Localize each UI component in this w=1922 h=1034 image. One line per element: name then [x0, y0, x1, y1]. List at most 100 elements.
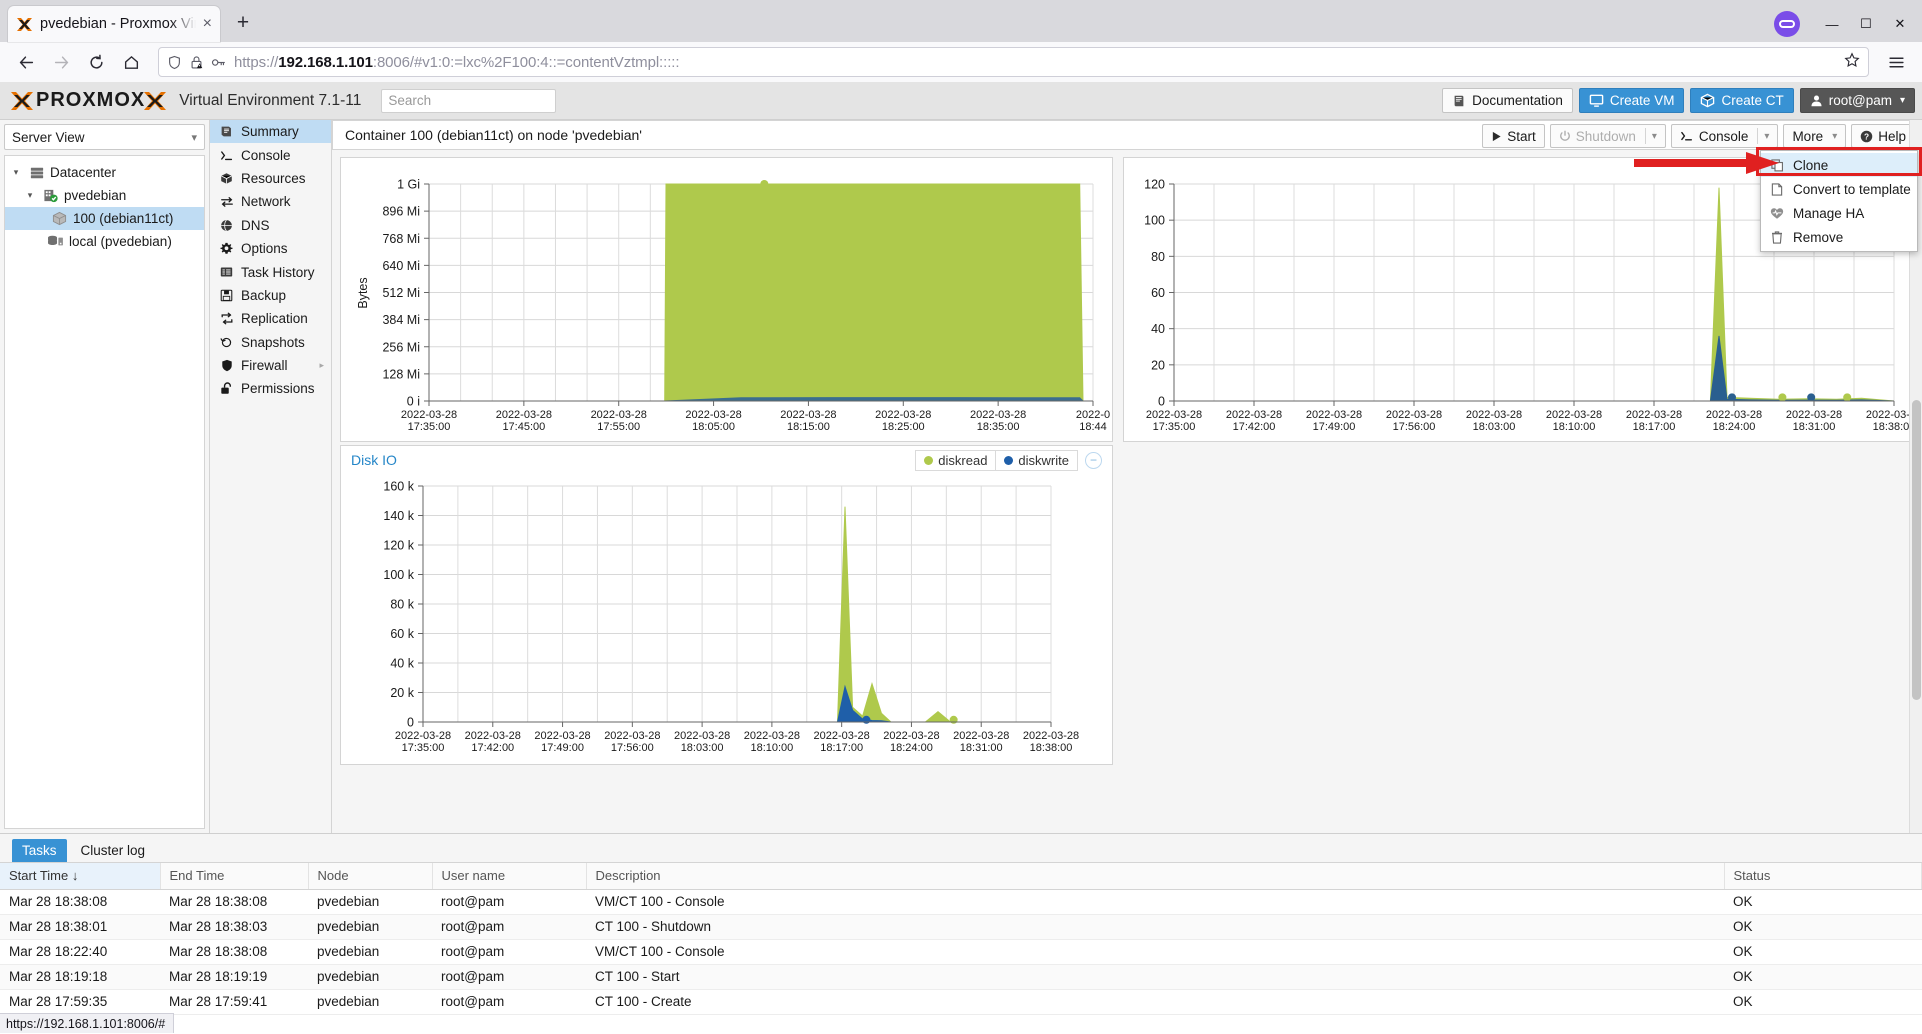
nav-item-task-history[interactable]: Task History	[210, 260, 331, 283]
table-row[interactable]: Mar 28 18:19:18Mar 28 18:19:19pvedebianr…	[0, 964, 1922, 989]
diskio-header: Disk IO diskread diskwrite	[341, 446, 1112, 474]
close-window-button[interactable]: ✕	[1884, 11, 1916, 37]
heartbeat-icon	[1769, 207, 1785, 220]
shield-icon[interactable]	[167, 55, 182, 70]
column-header-user-name[interactable]: User name	[432, 863, 586, 889]
svg-text:18:38:00: 18:38:00	[1030, 742, 1073, 754]
nav-item-network[interactable]: Network	[210, 190, 331, 213]
menu-item-convert-to-template[interactable]: Convert to template	[1761, 177, 1917, 201]
table-cell: Mar 28 18:38:08	[0, 889, 160, 914]
legend-item-diskwrite[interactable]: diskwrite	[996, 450, 1078, 471]
svg-text:2022-03-28: 2022-03-28	[814, 730, 870, 742]
url-bar[interactable]: https://192.168.1.101:8006/#v1:0:=lxc%2F…	[158, 47, 1869, 77]
resource-tree-panel: Server View ▾ ▾ Datacenter ▾ pvedebian	[0, 120, 210, 833]
expand-arrow-icon[interactable]: ▾	[23, 190, 37, 201]
view-mode-label: Server View	[12, 130, 85, 145]
nav-item-firewall[interactable]: Firewall ▸	[210, 354, 331, 377]
chart-row-top: 1 Gi896 Mi768 Mi640 Mi512 Mi384 Mi256 Mi…	[340, 157, 1914, 442]
column-header-status[interactable]: Status	[1724, 863, 1922, 889]
new-tab-button[interactable]: +	[226, 6, 260, 40]
table-row[interactable]: Mar 28 18:22:40Mar 28 18:38:08pvedebianr…	[0, 939, 1922, 964]
table-cell: OK	[1724, 939, 1922, 964]
bookmark-star-icon[interactable]	[1844, 52, 1860, 72]
table-row[interactable]: Mar 28 18:38:01Mar 28 18:38:03pvedebianr…	[0, 914, 1922, 939]
network-icon	[219, 195, 234, 208]
reload-icon[interactable]	[80, 47, 112, 77]
url-text[interactable]: https://192.168.1.101:8006/#v1:0:=lxc%2F…	[234, 54, 1837, 71]
column-header-node[interactable]: Node	[308, 863, 432, 889]
svg-text:17:35:00: 17:35:00	[402, 742, 445, 754]
maximize-button[interactable]: ☐	[1850, 11, 1882, 37]
memory-chart[interactable]: 1 Gi896 Mi768 Mi640 Mi512 Mi384 Mi256 Mi…	[341, 158, 1112, 441]
create-vm-button[interactable]: Create VM	[1579, 88, 1685, 113]
diskio-chart[interactable]: 160 k140 k120 k100 k80 k60 k40 k20 k0 20…	[341, 474, 1112, 762]
back-icon[interactable]	[10, 47, 42, 77]
documentation-button[interactable]: Documentation	[1442, 88, 1573, 113]
expand-arrow-icon[interactable]: ▾	[9, 167, 23, 178]
nav-item-backup[interactable]: Backup	[210, 284, 331, 307]
tab-cluster-log[interactable]: Cluster log	[71, 839, 156, 862]
tree-item-container-100[interactable]: 100 (debian11ct)	[5, 207, 204, 230]
nav-item-label: Snapshots	[241, 335, 305, 350]
nav-item-label: Resources	[241, 171, 306, 186]
console-button[interactable]: Console ▾	[1671, 124, 1779, 148]
search-input[interactable]: Search	[381, 89, 556, 113]
more-button[interactable]: More ▾	[1783, 124, 1846, 148]
create-ct-button[interactable]: Create CT	[1690, 88, 1793, 113]
scrollbar-thumb[interactable]	[1912, 400, 1921, 700]
nav-item-resources[interactable]: Resources	[210, 167, 331, 190]
view-mode-select[interactable]: Server View ▾	[4, 124, 205, 150]
svg-text:768 Mi: 768 Mi	[382, 232, 420, 246]
start-label: Start	[1507, 129, 1536, 144]
shutdown-button[interactable]: Shutdown ▾	[1550, 124, 1666, 148]
start-button[interactable]: Start	[1482, 124, 1545, 148]
minimize-button[interactable]: —	[1816, 11, 1848, 37]
svg-text:2022-03-28: 2022-03-28	[591, 409, 647, 421]
legend-item-diskread[interactable]: diskread	[915, 450, 996, 471]
lock-warning-icon[interactable]	[189, 55, 204, 70]
tree-item-node[interactable]: ▾ pvedebian	[5, 184, 204, 207]
tab-close-icon[interactable]: ×	[203, 16, 212, 32]
forward-icon[interactable]	[45, 47, 77, 77]
table-row[interactable]: Mar 28 17:59:35Mar 28 17:59:41pvedebianr…	[0, 989, 1922, 1014]
table-row[interactable]: Mar 28 18:38:08Mar 28 18:38:08pvedebianr…	[0, 889, 1922, 914]
nav-item-summary[interactable]: Summary	[210, 120, 331, 143]
svg-text:2022-03-28: 2022-03-28	[1226, 409, 1282, 421]
tab-tasks[interactable]: Tasks	[12, 839, 67, 862]
key-icon[interactable]	[211, 55, 227, 70]
help-label: Help	[1878, 129, 1906, 144]
table-body: Mar 28 18:38:08Mar 28 18:38:08pvedebianr…	[0, 889, 1922, 1014]
chevron-down-icon[interactable]: ▾	[1652, 131, 1657, 142]
firefox-account-avatar[interactable]	[1774, 11, 1800, 37]
menu-item-remove[interactable]: Remove	[1761, 225, 1917, 249]
tree-item-datacenter[interactable]: ▾ Datacenter	[5, 161, 204, 184]
chevron-down-icon: ▾	[191, 131, 197, 144]
svg-text:896 Mi: 896 Mi	[382, 205, 420, 219]
browser-tab[interactable]: pvedebian - Proxmox Virt ×	[8, 6, 220, 42]
user-menu-button[interactable]: root@pam ▾	[1800, 88, 1915, 113]
chevron-down-icon[interactable]: ▾	[1764, 131, 1769, 142]
home-icon[interactable]	[115, 47, 147, 77]
menu-item-manage-ha[interactable]: Manage HA	[1761, 201, 1917, 225]
nav-item-replication[interactable]: Replication	[210, 307, 331, 330]
help-button[interactable]: ? Help	[1851, 124, 1915, 148]
nav-item-console[interactable]: Console	[210, 143, 331, 166]
svg-text:17:56:00: 17:56:00	[1393, 421, 1436, 433]
nav-item-snapshots[interactable]: Snapshots	[210, 331, 331, 354]
nav-item-dns[interactable]: DNS	[210, 214, 331, 237]
collapse-icon[interactable]: −	[1085, 452, 1102, 469]
nav-item-options[interactable]: Options	[210, 237, 331, 260]
table-cell: Mar 28 18:22:40	[0, 939, 160, 964]
column-header-start-time[interactable]: Start Time ↓	[0, 863, 160, 889]
column-header-description[interactable]: Description	[586, 863, 1724, 889]
menu-item-clone[interactable]: Clone	[1761, 153, 1917, 177]
column-header-end-time[interactable]: End Time	[160, 863, 308, 889]
app-menu-icon[interactable]	[1880, 47, 1912, 77]
shutdown-label: Shutdown	[1576, 129, 1636, 144]
svg-text:140 k: 140 k	[383, 509, 414, 523]
window-controls: — ☐ ✕	[1774, 11, 1916, 37]
nav-item-permissions[interactable]: Permissions	[210, 377, 331, 400]
table-cell: OK	[1724, 914, 1922, 939]
table-cell: Mar 28 17:59:35	[0, 989, 160, 1014]
tree-item-storage-local[interactable]: local (pvedebian)	[5, 230, 204, 253]
